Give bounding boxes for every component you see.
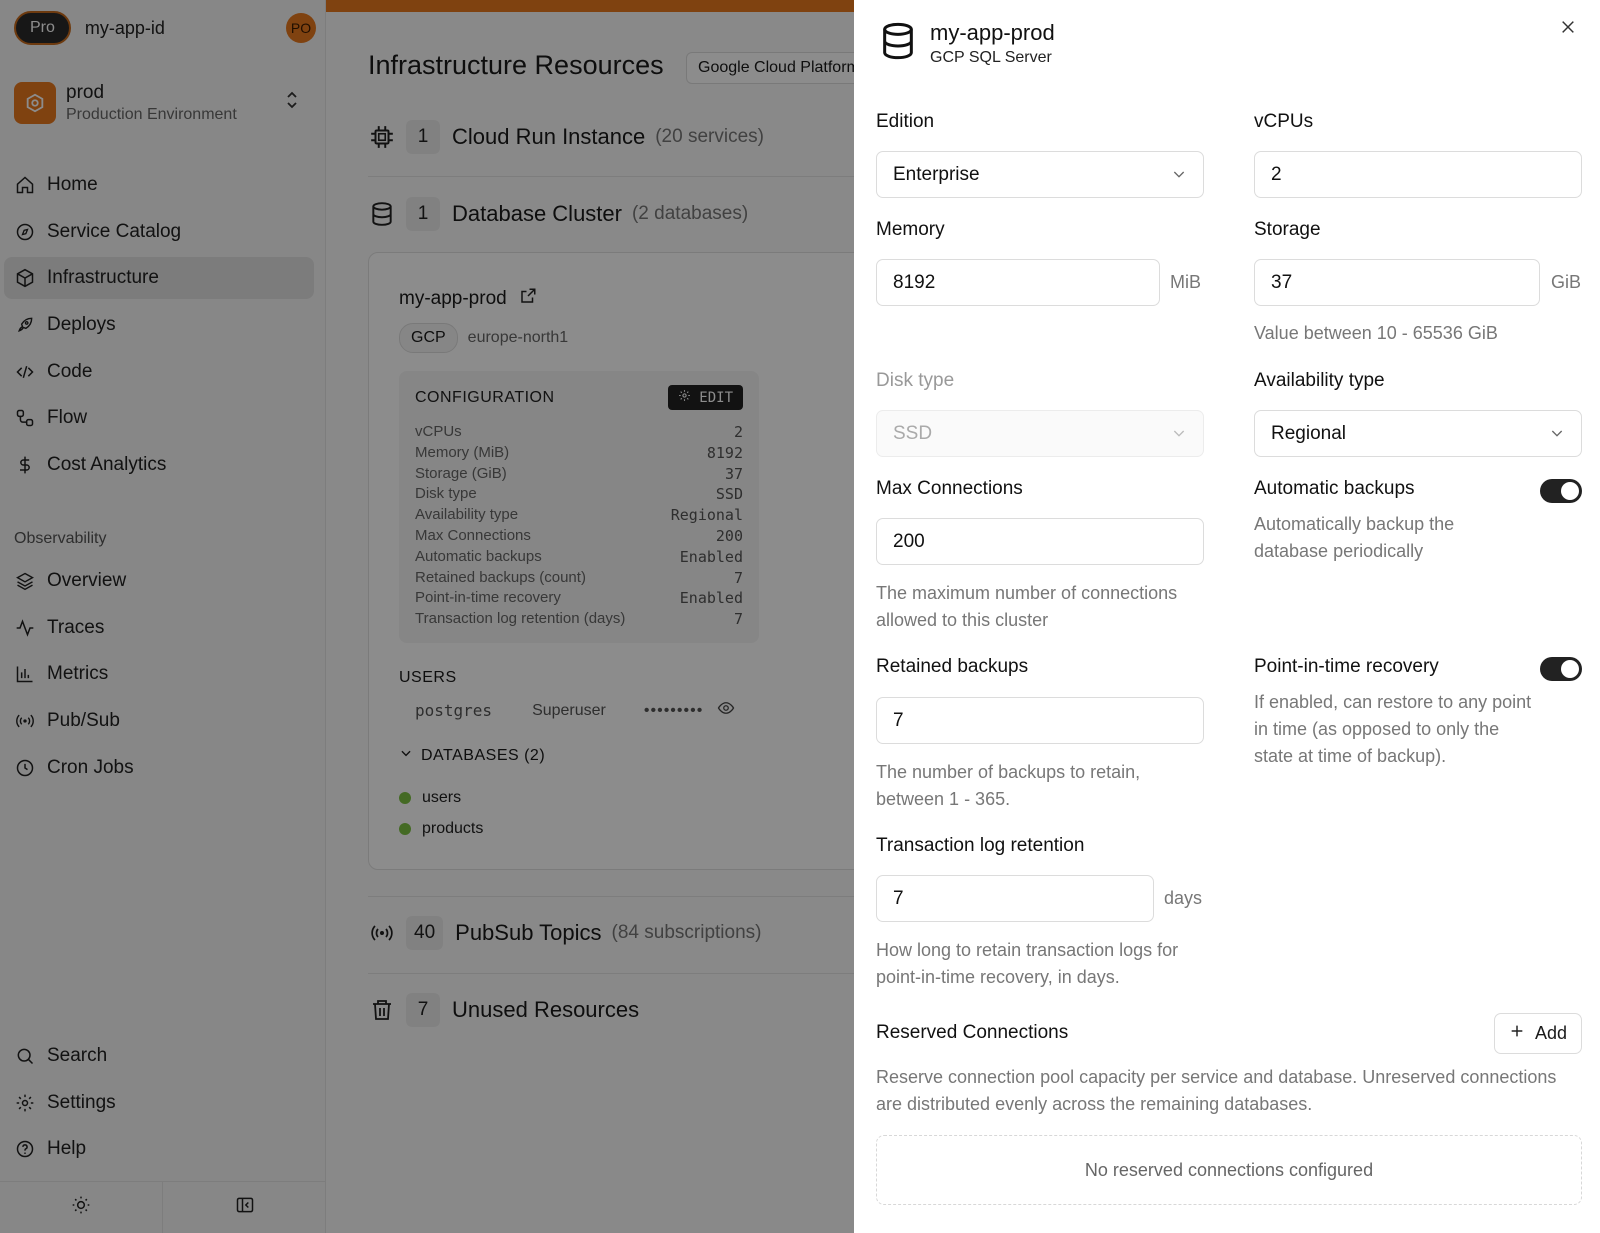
reserved-connections-label: Reserved Connections — [876, 1022, 1069, 1043]
toggle-knob — [1561, 660, 1579, 678]
edition-value: Enterprise — [893, 163, 980, 185]
reserved-connections-empty-state: No reserved connections configured — [876, 1135, 1582, 1205]
log-retention-input[interactable]: 7 — [876, 875, 1154, 922]
vcpus-label: vCPUs — [1254, 111, 1314, 132]
database-settings-panel: my-app-prod GCP SQL Server Edition Enter… — [854, 0, 1600, 1233]
log-retention-unit: days — [1164, 888, 1203, 908]
auto-backups-help: Automatically backup the database period… — [1254, 514, 1455, 561]
availability-select[interactable]: Regional — [1254, 410, 1582, 457]
max-connections-help: The maximum number of connections allowe… — [876, 583, 1178, 630]
panel-title: my-app-prod — [930, 20, 1055, 45]
availability-value: Regional — [1271, 422, 1346, 444]
storage-input[interactable]: 37 — [1254, 259, 1540, 306]
memory-value: 8192 — [893, 271, 936, 293]
availability-label: Availability type — [1254, 370, 1385, 391]
log-retention-label: Transaction log retention — [876, 835, 1085, 856]
chevron-down-icon — [1171, 166, 1187, 188]
retained-backups-value: 7 — [893, 709, 904, 731]
disk-type-label: Disk type — [876, 370, 955, 391]
auto-backups-label: Automatic backups — [1254, 478, 1415, 499]
vcpus-value: 2 — [1271, 163, 1282, 185]
pitr-help: If enabled, can restore to any point in … — [1254, 692, 1532, 766]
max-connections-input[interactable]: 200 — [876, 518, 1204, 565]
pitr-toggle[interactable] — [1540, 657, 1582, 681]
storage-label: Storage — [1254, 219, 1321, 240]
plus-icon — [1509, 1023, 1525, 1044]
storage-help: Value between 10 - 65536 GiB — [1254, 323, 1498, 343]
edition-select[interactable]: Enterprise — [876, 151, 1204, 198]
memory-unit: MiB — [1170, 272, 1201, 292]
add-label: Add — [1534, 1023, 1567, 1043]
close-icon — [1560, 18, 1576, 40]
auto-backups-toggle[interactable] — [1540, 479, 1582, 503]
retained-backups-help: The number of backups to retain, between… — [876, 762, 1141, 809]
log-retention-value: 7 — [893, 887, 904, 909]
chevron-down-icon — [1171, 425, 1187, 447]
modal-backdrop[interactable] — [0, 0, 854, 1233]
vcpus-input[interactable]: 2 — [1254, 151, 1582, 198]
memory-input[interactable]: 8192 — [876, 259, 1160, 306]
retained-backups-label: Retained backups — [876, 656, 1029, 677]
panel-header: my-app-prod GCP SQL Server — [878, 20, 1055, 67]
storage-value: 37 — [1271, 271, 1293, 293]
database-icon — [878, 20, 918, 67]
toggle-knob — [1561, 482, 1579, 500]
max-connections-value: 200 — [893, 530, 925, 552]
pitr-label: Point-in-time recovery — [1254, 656, 1439, 677]
panel-subtitle: GCP SQL Server — [930, 49, 1052, 66]
disk-type-select: SSD — [876, 410, 1204, 457]
add-reserved-connection-button[interactable]: Add — [1493, 1013, 1582, 1054]
edition-label: Edition — [876, 111, 935, 132]
storage-unit: GiB — [1551, 272, 1582, 292]
retained-backups-input[interactable]: 7 — [876, 697, 1204, 744]
chevron-down-icon — [1549, 425, 1565, 447]
empty-state-text: No reserved connections configured — [1084, 1159, 1374, 1180]
close-button[interactable] — [1560, 18, 1576, 41]
log-retention-help: How long to retain transaction logs for … — [876, 940, 1179, 987]
disk-type-value: SSD — [893, 422, 933, 444]
reserved-connections-help: Reserve connection pool capacity per ser… — [876, 1067, 1557, 1114]
max-connections-label: Max Connections — [876, 478, 1023, 499]
memory-label: Memory — [876, 219, 945, 240]
